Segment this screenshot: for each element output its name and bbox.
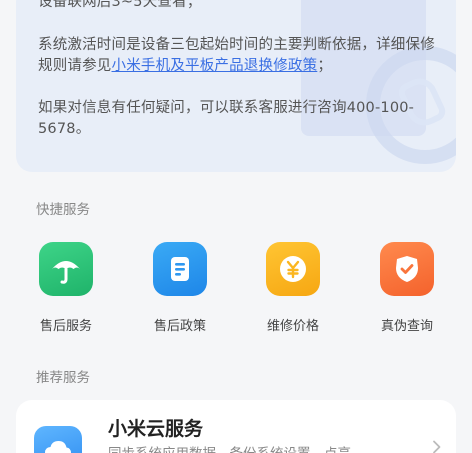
info-card: 设备联网后3~5天查看； 系统激活时间是设备三包起始时间的主要判断依据，详细保修… — [16, 0, 456, 172]
quick-item-authenticity-check[interactable]: 真伪查询 — [357, 236, 457, 336]
info-line-2: 系统激活时间是设备三包起始时间的主要判断依据，详细保修规则请参见小米手机及平板产… — [38, 35, 438, 77]
policy-link[interactable]: 小米手机及平板产品退换修政策 — [112, 58, 318, 74]
quick-services-title: 快捷服务 — [36, 202, 90, 218]
quick-item-label: 售后政策 — [153, 319, 206, 334]
quick-item-label: 售后服务 — [39, 319, 92, 334]
cloud-service-title: 小米云服务 — [108, 418, 204, 440]
info-line-2-end: ； — [317, 58, 333, 74]
cloud-service-card[interactable]: 小米云服务 同步系统应用数据，备份系统设置，点亮 — [16, 400, 456, 453]
yen-coin-icon — [266, 242, 320, 296]
quick-item-label: 真伪查询 — [380, 319, 433, 334]
verified-badge-icon — [380, 242, 434, 296]
chevron-right-icon — [433, 440, 441, 453]
quick-item-after-sales-service[interactable]: 售后服务 — [16, 236, 116, 336]
cloud-service-desc: 同步系统应用数据，备份系统设置，点亮 — [108, 442, 351, 453]
quick-item-after-sales-policy[interactable]: 售后政策 — [130, 236, 230, 336]
umbrella-icon — [39, 242, 93, 296]
quick-services-row: 售后服务 售后政策 维修价格 真伪查询 — [0, 236, 472, 336]
recommended-services-title: 推荐服务 — [36, 370, 90, 386]
info-line-3: 如果对信息有任何疑问，可以联系客服进行咨询400-100-5678。 — [38, 100, 415, 137]
cloud-icon — [34, 426, 82, 453]
quick-item-label: 维修价格 — [266, 319, 319, 334]
info-line-1: 设备联网后3~5天查看； — [38, 0, 202, 10]
document-icon — [153, 242, 207, 296]
quick-item-repair-price[interactable]: 维修价格 — [243, 236, 343, 336]
